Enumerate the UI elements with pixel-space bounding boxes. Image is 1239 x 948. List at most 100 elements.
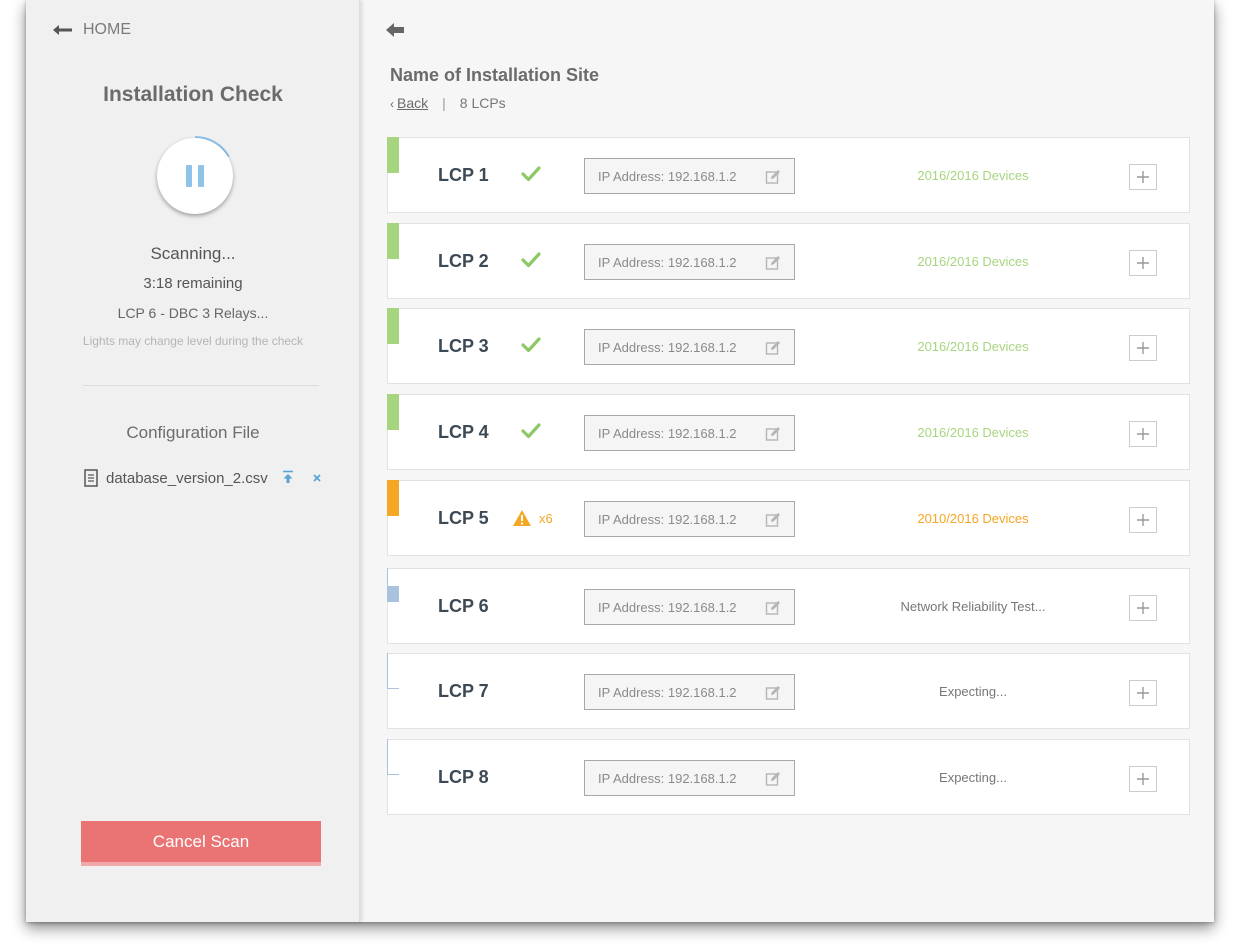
warning-indicator: x6 [512, 509, 553, 527]
ip-address-value: IP Address: 192.168.1.2 [598, 339, 737, 355]
config-file-heading: Configuration File [126, 423, 260, 442]
status-flag [387, 137, 399, 173]
config-filename: database_version_2.csv [106, 469, 268, 487]
edit-icon[interactable] [765, 255, 781, 271]
status-flag [387, 480, 399, 516]
lcp-name: LCP 3 [438, 336, 489, 356]
plus-icon [1137, 342, 1149, 354]
lcp-row: LCP 1 IP Address: 192.168.1.2 2016/2016 De… [387, 137, 1190, 213]
pause-button[interactable] [157, 138, 233, 214]
ip-address-field[interactable]: IP Address: 192.168.1.2 [584, 158, 795, 194]
site-name: Name of Installation Site [390, 65, 600, 85]
lcp-name: LCP 4 [438, 422, 489, 442]
lcp-name: LCP 2 [438, 251, 489, 271]
lcp-row: LCP 7 IP Address: 192.168.1.2 Expecting... [387, 653, 1190, 729]
pause-icon [186, 165, 192, 187]
close-icon[interactable] [312, 471, 322, 486]
expand-button[interactable] [1129, 595, 1157, 621]
status-flag-outline [387, 568, 388, 586]
lcp-row: LCP 8 IP Address: 192.168.1.2 Expecting... [387, 739, 1190, 815]
ip-address-value: IP Address: 192.168.1.2 [598, 684, 737, 700]
divider [83, 385, 319, 386]
edit-icon[interactable] [765, 600, 781, 616]
ip-address-value: IP Address: 192.168.1.2 [598, 770, 737, 786]
sidebar: HOME Installation Check Scanning... 3:18… [26, 0, 360, 922]
ip-address-value: IP Address: 192.168.1.2 [598, 511, 737, 527]
device-status: Expecting... [939, 770, 1007, 785]
expand-button[interactable] [1129, 421, 1157, 447]
lcp-name: LCP 1 [438, 165, 489, 185]
home-link[interactable]: HOME [53, 20, 131, 40]
device-status: Network Reliability Test... [900, 599, 1046, 614]
plus-icon [1137, 428, 1149, 440]
status-flag [387, 739, 399, 775]
breadcrumb: ‹ Back | 8 LCPs [390, 95, 506, 111]
lcp-name: LCP 5 [438, 508, 489, 528]
current-scan-item: LCP 6 - DBC 3 Relays... [117, 305, 269, 321]
scan-note: Lights may change level during the check [82, 334, 304, 348]
expand-button[interactable] [1129, 680, 1157, 706]
breadcrumb-separator: | [442, 95, 446, 111]
edit-icon[interactable] [765, 169, 781, 185]
checkmark-icon [521, 423, 541, 439]
lcp-row: LCP 5 x6 IP Address: 192.168.1.2 2010/2016 … [387, 480, 1190, 556]
home-label: HOME [83, 21, 131, 38]
expand-button[interactable] [1129, 507, 1157, 533]
plus-icon [1137, 602, 1149, 614]
expand-button[interactable] [1129, 335, 1157, 361]
plus-icon [1137, 171, 1149, 183]
edit-icon[interactable] [765, 340, 781, 356]
status-flag [387, 653, 399, 689]
ip-address-field[interactable]: IP Address: 192.168.1.2 [584, 329, 795, 365]
page-title: Installation Check [103, 83, 283, 106]
status-flag [387, 586, 399, 602]
back-link[interactable]: ‹ Back [390, 95, 428, 111]
status-flag [387, 394, 399, 430]
device-status: 2016/2016 Devices [917, 254, 1029, 269]
device-status: 2016/2016 Devices [917, 339, 1029, 354]
status-flag [387, 223, 399, 259]
expand-button[interactable] [1129, 766, 1157, 792]
warning-triangle-icon [512, 509, 532, 527]
expand-button[interactable] [1129, 250, 1157, 276]
checkmark-icon [521, 337, 541, 353]
ip-address-field[interactable]: IP Address: 192.168.1.2 [584, 244, 795, 280]
time-remaining: 3:18 remaining [143, 275, 243, 292]
device-status: 2016/2016 Devices [917, 168, 1029, 183]
edit-icon[interactable] [765, 685, 781, 701]
device-status: Expecting... [939, 684, 1007, 699]
device-status: 2016/2016 Devices [917, 425, 1029, 440]
lcp-row: LCP 4 IP Address: 192.168.1.2 2016/2016 De… [387, 394, 1190, 470]
ip-address-value: IP Address: 192.168.1.2 [598, 254, 737, 270]
edit-icon[interactable] [765, 426, 781, 442]
plus-icon [1137, 773, 1149, 785]
document-icon [84, 469, 98, 487]
plus-icon [1137, 687, 1149, 699]
edit-icon[interactable] [765, 512, 781, 528]
config-file-row: database_version_2.csv [84, 467, 322, 489]
app-window: HOME Installation Check Scanning... 3:18… [26, 0, 1214, 922]
lcp-name: LCP 6 [438, 596, 489, 616]
lcp-name: LCP 7 [438, 681, 489, 701]
cancel-scan-button[interactable]: Cancel Scan [81, 821, 321, 866]
ip-address-value: IP Address: 192.168.1.2 [598, 599, 737, 615]
checkmark-icon [521, 166, 541, 182]
ip-address-field[interactable]: IP Address: 192.168.1.2 [584, 415, 795, 451]
plus-icon [1137, 514, 1149, 526]
warning-count: x6 [539, 510, 553, 526]
ip-address-field[interactable]: IP Address: 192.168.1.2 [584, 589, 795, 625]
ip-address-field[interactable]: IP Address: 192.168.1.2 [584, 674, 795, 710]
ip-address-field[interactable]: IP Address: 192.168.1.2 [584, 501, 795, 537]
back-arrow-icon[interactable] [386, 22, 406, 38]
edit-icon[interactable] [765, 771, 781, 787]
scan-status: Scanning... [150, 244, 236, 263]
lcp-count: 8 LCPs [459, 95, 506, 111]
ip-address-value: IP Address: 192.168.1.2 [598, 425, 737, 441]
main-panel: Name of Installation Site ‹ Back | 8 LCPs… [361, 0, 1214, 922]
ip-address-field[interactable]: IP Address: 192.168.1.2 [584, 760, 795, 796]
upload-icon[interactable] [282, 470, 294, 487]
lcp-row: LCP 3 IP Address: 192.168.1.2 2016/2016 De… [387, 308, 1190, 384]
status-flag [387, 308, 399, 344]
lcp-row: LCP 2 IP Address: 192.168.1.2 2016/2016 De… [387, 223, 1190, 299]
expand-button[interactable] [1129, 164, 1157, 190]
